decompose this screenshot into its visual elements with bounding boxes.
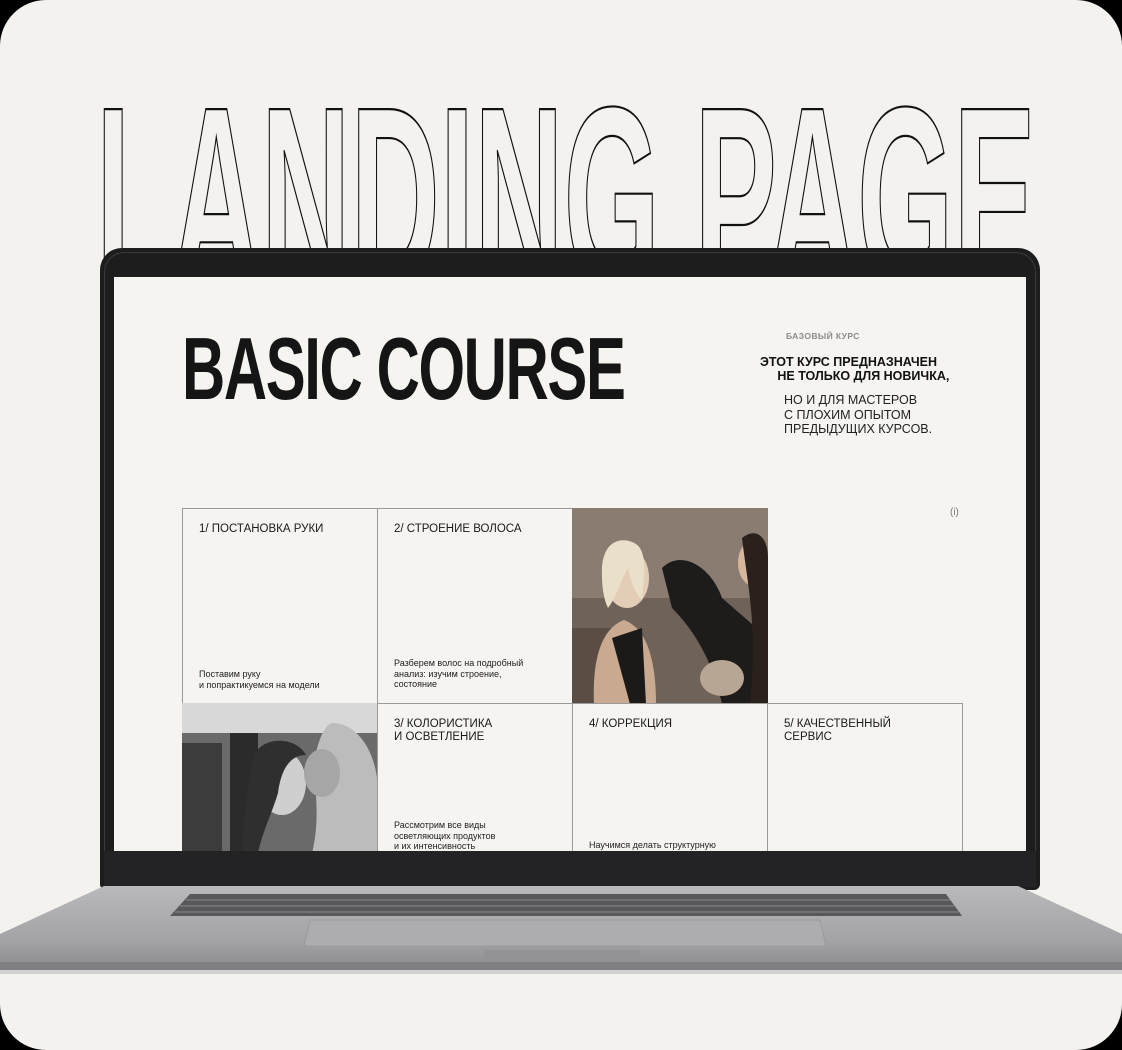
module-card-5[interactable]: 5/ КАЧЕСТВЕННЫЙ СЕРВИС bbox=[767, 703, 963, 851]
module-description: Поставим руку и попрактикуемся на модели bbox=[199, 669, 320, 690]
module-title: 2/ СТРОЕНИЕ ВОЛОСА bbox=[394, 523, 522, 535]
module-description: Рассмотрим все виды осветляющих продукто… bbox=[394, 820, 496, 851]
module-title: 4/ КОРРЕКЦИЯ bbox=[589, 718, 673, 730]
module-card-2[interactable]: 2/ СТРОЕНИЕ ВОЛОСА Разберем волос на под… bbox=[377, 508, 573, 704]
photo-makeup-bw bbox=[182, 703, 378, 851]
module-description: Разберем волос на подробный анализ: изуч… bbox=[394, 658, 524, 689]
info-marker[interactable]: (i) bbox=[950, 507, 959, 518]
module-title: 1/ ПОСТАНОВКА РУКИ bbox=[199, 523, 324, 535]
module-card-3[interactable]: 3/ КОЛОРИСТИКА И ОСВЕТЛЕНИЕ Рассмотрим в… bbox=[377, 703, 573, 851]
laptop-screen: BASIC COURSE БАЗОВЫЙ КУРС ЭТОТ КУРС ПРЕД… bbox=[114, 277, 1026, 851]
intro-text: НО И ДЛЯ МАСТЕРОВ С ПЛОХИМ ОПЫТОМ ПРЕДЫД… bbox=[784, 393, 933, 436]
module-card-1[interactable]: 1/ ПОСТАНОВКА РУКИ Поставим руку и попра… bbox=[182, 508, 378, 704]
photo-makeup-artist bbox=[572, 508, 768, 704]
course-title: BASIC COURSE bbox=[182, 319, 626, 418]
module-card-4[interactable]: 4/ КОРРЕКЦИЯ Научимся делать структурную bbox=[572, 703, 768, 851]
course-kicker: БАЗОВЫЙ КУРС bbox=[786, 331, 860, 341]
intro-headline: ЭТОТ КУРС ПРЕДНАЗНАЧЕН НЕ ТОЛЬКО ДЛЯ НОВ… bbox=[760, 355, 950, 383]
presentation-card: LANDING PAGE BASIC COURSE БАЗОВЫЙ КУРС Э… bbox=[0, 0, 1122, 1050]
module-description: Научимся делать структурную bbox=[589, 840, 716, 850]
module-title: 5/ КАЧЕСТВЕННЫЙ СЕРВИС bbox=[784, 718, 891, 743]
laptop-base bbox=[0, 882, 1122, 978]
module-title: 3/ КОЛОРИСТИКА И ОСВЕТЛЕНИЕ bbox=[394, 718, 493, 743]
